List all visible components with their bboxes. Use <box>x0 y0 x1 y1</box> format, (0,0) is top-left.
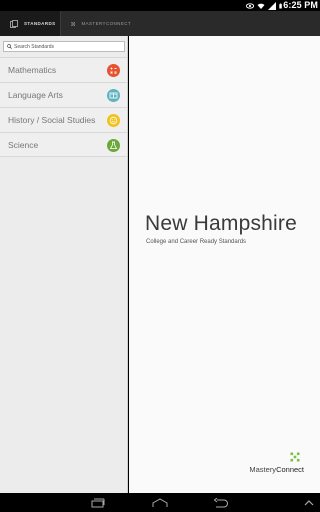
back-icon <box>213 497 228 507</box>
wifi-icon <box>257 3 265 9</box>
subject-item-history-social-studies[interactable]: History / Social Studies <box>0 107 127 132</box>
home-icon <box>152 497 168 507</box>
subject-label: History / Social Studies <box>8 115 96 125</box>
smiley-icon <box>107 114 120 127</box>
status-icons <box>246 1 284 10</box>
masteryconnect-logo: MasteryConnect <box>234 452 304 476</box>
search-box[interactable] <box>3 41 125 52</box>
logo-text-mastery: Mastery <box>249 465 277 474</box>
subject-label: Science <box>8 139 39 150</box>
subject-label: Mathematics <box>8 65 57 75</box>
flask-icon <box>107 139 120 152</box>
main-panel: New Hampshire College and Career Ready S… <box>129 36 320 493</box>
clock: 6:25 PM <box>283 0 318 10</box>
eye-icon <box>246 2 254 9</box>
home-button[interactable] <box>151 495 169 510</box>
standards-icon <box>10 19 18 28</box>
subject-item-language-arts[interactable]: Language Arts <box>0 82 127 107</box>
math-icon <box>107 64 120 77</box>
search-input[interactable] <box>14 42 124 51</box>
status-bar: 6:25 PM <box>0 0 320 11</box>
tab-masteryconnect[interactable]: MASTERYCONNECT <box>61 11 131 36</box>
search-icon <box>7 44 12 49</box>
signal-icon <box>268 1 276 10</box>
tab-standards-label: STANDARDS <box>24 21 56 26</box>
sidebar: Mathematics Language Arts History / Soci… <box>0 36 128 493</box>
subject-list: Mathematics Language Arts History / Soci… <box>0 57 127 157</box>
tab-masteryconnect-label: MASTERYCONNECT <box>81 21 131 26</box>
system-nav-bar <box>0 493 320 512</box>
tab-standards[interactable]: STANDARDS <box>0 11 60 36</box>
standards-subtitle: College and Career Ready Standards <box>146 239 247 245</box>
subject-item-science[interactable]: Science <box>0 132 127 157</box>
logo-text-connect: Connect <box>276 465 304 474</box>
recent-apps-icon <box>91 498 105 507</box>
state-title: New Hampshire <box>145 212 297 235</box>
logo-wordmark: MasteryConnect <box>249 465 304 474</box>
up-icon <box>304 499 314 505</box>
app-tab-bar: STANDARDS MASTERYCONNECT <box>0 11 320 36</box>
book-icon <box>107 89 120 102</box>
subject-item-mathematics[interactable]: Mathematics <box>0 57 127 82</box>
up-button[interactable] <box>303 495 315 510</box>
masteryconnect-icon <box>71 21 76 26</box>
subject-label: Language Arts <box>8 90 63 100</box>
back-button[interactable] <box>213 495 229 510</box>
masteryconnect-logo-icon <box>290 452 300 462</box>
recent-apps-button[interactable] <box>90 495 106 510</box>
